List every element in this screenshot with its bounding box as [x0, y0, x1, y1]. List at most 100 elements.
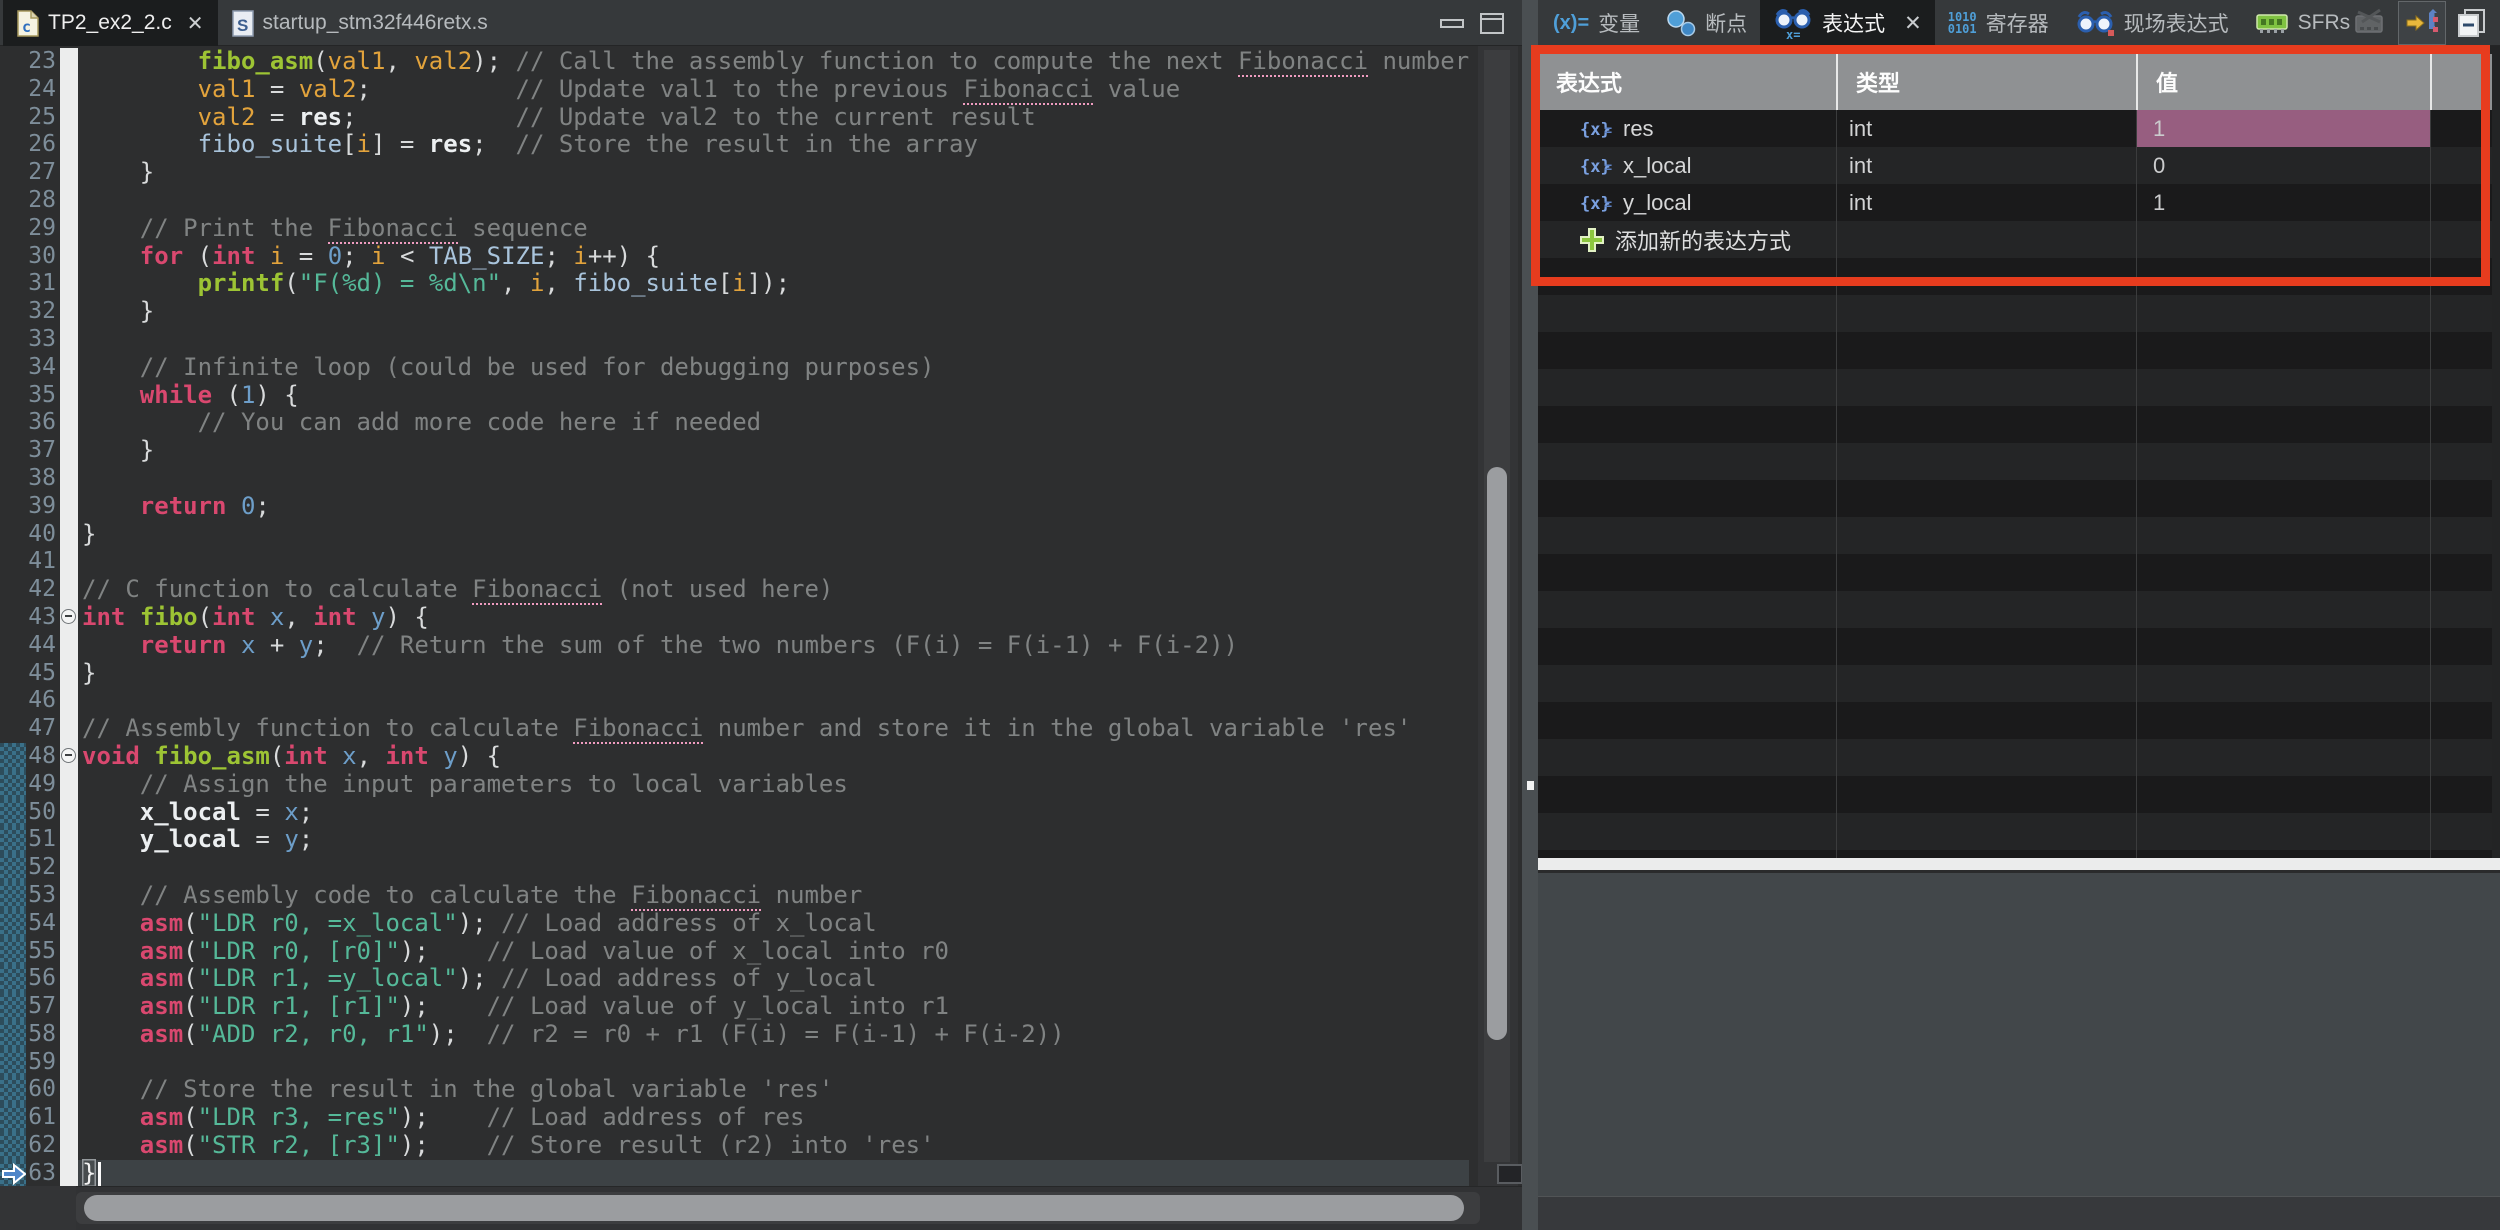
- line-number[interactable]: 53: [26, 882, 60, 910]
- view-tab-现场表达式[interactable]: 现场表达式: [2062, 0, 2242, 46]
- line-number[interactable]: 23: [26, 48, 60, 76]
- close-view-icon[interactable]: ✕: [1904, 11, 1922, 36]
- line-number[interactable]: 47: [26, 715, 60, 743]
- vertical-scrollbar-thumb[interactable]: [1487, 467, 1507, 1040]
- marker-gutter[interactable]: [0, 409, 26, 437]
- line-number[interactable]: 56: [26, 965, 60, 993]
- add-expression-row[interactable]: 添加新的表达方式: [1538, 221, 2492, 258]
- range-indicator-band[interactable]: [0, 743, 26, 771]
- marker-gutter[interactable]: [0, 298, 26, 326]
- line-number[interactable]: 40: [26, 521, 60, 549]
- line-number[interactable]: 29: [26, 215, 60, 243]
- marker-gutter[interactable]: [0, 76, 26, 104]
- maximize-icon[interactable]: [1480, 13, 1504, 34]
- marker-gutter[interactable]: [0, 604, 26, 632]
- range-indicator-band[interactable]: [0, 1076, 26, 1104]
- line-number[interactable]: 63: [26, 1160, 60, 1186]
- range-indicator-band[interactable]: [0, 1021, 26, 1049]
- panel-splitter[interactable]: [1522, 0, 1538, 1230]
- marker-gutter[interactable]: [0, 687, 26, 715]
- marker-gutter[interactable]: [0, 465, 26, 493]
- range-indicator-band[interactable]: [0, 882, 26, 910]
- marker-gutter[interactable]: [0, 660, 26, 688]
- column-divider[interactable]: [1836, 110, 1837, 858]
- view-tab-寄存器[interactable]: 10100101寄存器: [1935, 0, 2062, 46]
- restore-view-button[interactable]: [2456, 1, 2488, 45]
- line-number[interactable]: 28: [26, 187, 60, 215]
- line-number[interactable]: 55: [26, 938, 60, 966]
- line-number[interactable]: 61: [26, 1104, 60, 1132]
- close-tab-icon[interactable]: ✕: [187, 11, 204, 36]
- view-tab-SFRs[interactable]: SFRs: [2242, 0, 2364, 46]
- line-number[interactable]: 60: [26, 1076, 60, 1104]
- line-number[interactable]: 32: [26, 298, 60, 326]
- marker-gutter[interactable]: [0, 104, 26, 132]
- collapse-icon[interactable]: [61, 748, 76, 763]
- column-header-类型[interactable]: 类型: [1836, 54, 2136, 110]
- editor-tab-TP2_ex2_2.c[interactable]: cTP2_ex2_2.c✕: [3, 0, 218, 46]
- line-number[interactable]: 49: [26, 771, 60, 799]
- line-number[interactable]: 44: [26, 632, 60, 660]
- marker-gutter[interactable]: [0, 48, 26, 76]
- column-divider[interactable]: [2430, 110, 2431, 858]
- line-number[interactable]: 59: [26, 1049, 60, 1077]
- view-tab-表达式[interactable]: x=表达式✕: [1760, 0, 1935, 46]
- range-indicator-band[interactable]: [0, 771, 26, 799]
- range-indicator-band[interactable]: [0, 993, 26, 1021]
- line-number[interactable]: 27: [26, 159, 60, 187]
- marker-gutter[interactable]: [0, 493, 26, 521]
- line-number[interactable]: 50: [26, 799, 60, 827]
- line-number[interactable]: 38: [26, 465, 60, 493]
- range-indicator-band[interactable]: [0, 910, 26, 938]
- line-number[interactable]: 48: [26, 743, 60, 771]
- marker-gutter[interactable]: [0, 131, 26, 159]
- collapse-icon[interactable]: [61, 609, 76, 624]
- line-number[interactable]: 37: [26, 437, 60, 465]
- line-number[interactable]: 35: [26, 382, 60, 410]
- range-indicator-band[interactable]: [0, 1049, 26, 1077]
- line-number[interactable]: 54: [26, 910, 60, 938]
- marker-gutter[interactable]: [0, 548, 26, 576]
- line-number[interactable]: 25: [26, 104, 60, 132]
- column-header-表达式[interactable]: 表达式: [1538, 54, 1836, 110]
- line-number[interactable]: 30: [26, 243, 60, 271]
- view-tab-断点[interactable]: 断点: [1653, 0, 1760, 46]
- view-tab-变量[interactable]: (x)=变量: [1540, 0, 1653, 46]
- range-indicator-band[interactable]: [0, 1160, 26, 1186]
- range-indicator-band[interactable]: [0, 854, 26, 882]
- expression-detail-pane[interactable]: [1538, 873, 2500, 1196]
- line-number[interactable]: 43: [26, 604, 60, 632]
- marker-gutter[interactable]: [0, 521, 26, 549]
- marker-gutter[interactable]: [0, 159, 26, 187]
- line-number[interactable]: 34: [26, 354, 60, 382]
- column-divider[interactable]: [2136, 110, 2137, 858]
- marker-gutter[interactable]: [0, 576, 26, 604]
- line-number[interactable]: 57: [26, 993, 60, 1021]
- code-editor[interactable]: 23 fibo_asm(val1, val2); // Call the ass…: [0, 46, 1522, 1186]
- line-number[interactable]: 62: [26, 1132, 60, 1160]
- line-number[interactable]: 51: [26, 826, 60, 854]
- marker-gutter[interactable]: [0, 326, 26, 354]
- marker-gutter[interactable]: [0, 215, 26, 243]
- line-number[interactable]: 31: [26, 270, 60, 298]
- line-number[interactable]: 52: [26, 854, 60, 882]
- column-header-值[interactable]: 值: [2136, 54, 2430, 110]
- line-number[interactable]: 26: [26, 131, 60, 159]
- expression-row-res[interactable]: {x}=resint1: [1538, 110, 2492, 147]
- range-indicator-band[interactable]: [0, 826, 26, 854]
- marker-gutter[interactable]: [0, 243, 26, 271]
- line-number[interactable]: 45: [26, 660, 60, 688]
- horizontal-scrollbar-thumb[interactable]: [84, 1195, 1464, 1221]
- marker-gutter[interactable]: [0, 354, 26, 382]
- detail-pane-splitter[interactable]: [1538, 858, 2500, 870]
- line-number[interactable]: 33: [26, 326, 60, 354]
- marker-gutter[interactable]: [0, 632, 26, 660]
- line-number[interactable]: 58: [26, 1021, 60, 1049]
- line-number[interactable]: 39: [26, 493, 60, 521]
- range-indicator-band[interactable]: [0, 1132, 26, 1160]
- line-number[interactable]: 41: [26, 548, 60, 576]
- editor-tab-startup_stm32f446retx.s[interactable]: Sstartup_stm32f446retx.s: [218, 0, 502, 46]
- expression-row-x_local[interactable]: {x}=x_localint0: [1538, 147, 2492, 184]
- line-number[interactable]: 42: [26, 576, 60, 604]
- minimize-icon[interactable]: [1440, 19, 1464, 28]
